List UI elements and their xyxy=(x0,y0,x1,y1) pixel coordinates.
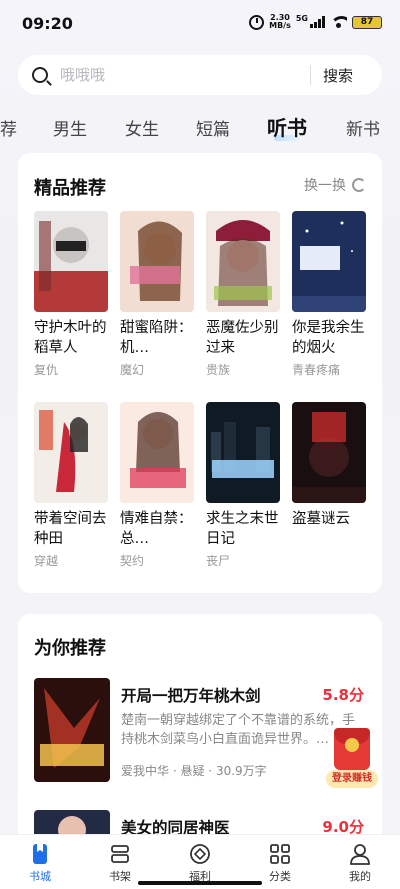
featured-title: 精品推荐 xyxy=(34,178,106,199)
search-divider xyxy=(310,65,311,85)
book-tag: 契约 xyxy=(120,554,145,568)
book-tag: 穿越 xyxy=(34,554,59,568)
refresh-button[interactable]: 换一换 xyxy=(304,175,366,195)
search-button[interactable]: 搜索 xyxy=(323,65,353,86)
book-genre: 悬疑 xyxy=(180,764,205,778)
bookshelf-icon xyxy=(109,843,131,865)
book-cover xyxy=(206,211,280,312)
profile-icon xyxy=(349,843,371,865)
nav-label: 书城 xyxy=(29,870,51,883)
nav-welfare[interactable]: 福利 xyxy=(170,843,230,884)
signal-icon xyxy=(310,16,325,28)
red-packet-label: 登录赚钱 xyxy=(326,770,378,788)
welfare-icon xyxy=(189,843,211,865)
recommend-book-meta: 爱我中华 · 悬疑 · 30.9万字 xyxy=(121,764,267,778)
featured-section: 精品推荐 换一换 守护木叶的稻草人 复仇 甜蜜陷阱：机… 魔幻 恶魔佐少别过来 … xyxy=(18,153,382,593)
book-card[interactable]: 守护木叶的稻草人 复仇 xyxy=(34,211,110,378)
tab-male[interactable]: 男生 xyxy=(53,115,87,140)
tab-audiobook[interactable]: 听书 xyxy=(267,112,307,141)
book-title: 带着空间去种田 xyxy=(34,511,107,547)
recommend-book-score: 5.8分 xyxy=(322,686,364,704)
book-cover xyxy=(206,402,280,503)
book-cover xyxy=(120,211,194,312)
wifi-icon xyxy=(330,16,347,28)
book-tag: 复仇 xyxy=(34,363,59,377)
category-icon xyxy=(269,843,291,865)
nav-bookshelf[interactable]: 书架 xyxy=(90,843,150,884)
nav-label: 我的 xyxy=(349,870,371,883)
status-bar: 09:20 2.30 MB/s 5G 87 xyxy=(0,0,400,48)
book-card[interactable]: 你是我余生的烟火 青春疼痛 xyxy=(292,211,368,378)
home-indicator xyxy=(138,881,262,885)
nav-profile[interactable]: 我的 xyxy=(330,843,390,884)
book-card[interactable]: 情难自禁：总… 契约 xyxy=(120,402,196,569)
book-cover xyxy=(292,211,366,312)
nav-bookstore[interactable]: 书城 xyxy=(10,843,70,884)
red-packet-button[interactable]: 登录赚钱 xyxy=(326,728,378,790)
book-cover xyxy=(292,402,366,503)
recommend-item[interactable]: 开局一把万年桃木剑 5.8分 楚南一朝穿越绑定了个不靠谱的系统，手持桃木剑菜鸟小… xyxy=(34,678,366,788)
book-title: 守护木叶的稻草人 xyxy=(34,320,107,356)
status-time: 09:20 xyxy=(22,14,73,33)
book-tag: 魔幻 xyxy=(120,363,145,377)
book-author: 爱我中华 xyxy=(121,764,170,778)
book-cover xyxy=(120,402,194,503)
alarm-icon xyxy=(249,14,265,30)
book-title: 你是我余生的烟火 xyxy=(292,320,365,356)
book-title: 情难自禁：总… xyxy=(120,511,193,547)
book-title: 盗墓谜云 xyxy=(292,511,350,527)
book-card[interactable]: 甜蜜陷阱：机… 魔幻 xyxy=(120,211,196,378)
book-tag: 贵族 xyxy=(206,363,231,377)
search-icon xyxy=(32,67,48,83)
network-speed: 2.30 MB/s xyxy=(269,13,291,30)
search-bar[interactable]: 搜索 xyxy=(18,55,382,95)
book-title: 恶魔佐少别过来 xyxy=(206,320,279,356)
book-tag: 丧尸 xyxy=(206,554,231,568)
book-card[interactable]: 求生之末世日记 丧尸 xyxy=(206,402,282,569)
book-title: 甜蜜陷阱：机… xyxy=(120,320,193,356)
network-type: 5G xyxy=(295,13,308,23)
category-tabs: 荐 男生 女生 短篇 听书 新书 xyxy=(0,108,400,144)
book-card[interactable]: 带着空间去种田 穿越 xyxy=(34,402,110,569)
book-tag: 青春疼痛 xyxy=(292,363,341,377)
search-input[interactable] xyxy=(60,66,300,84)
book-word-count: 30.9万字 xyxy=(215,764,267,778)
tab-recommend[interactable]: 荐 xyxy=(0,115,17,140)
tab-female[interactable]: 女生 xyxy=(125,115,159,140)
bookstore-icon xyxy=(29,843,51,865)
recommend-title: 为你推荐 xyxy=(34,638,106,659)
tab-short[interactable]: 短篇 xyxy=(196,115,230,140)
book-title: 求生之末世日记 xyxy=(206,511,279,547)
recommend-book-title: 开局一把万年桃木剑 xyxy=(121,687,261,705)
book-cover xyxy=(34,211,108,312)
refresh-label: 换一换 xyxy=(304,178,346,194)
tab-new[interactable]: 新书 xyxy=(346,115,380,140)
battery-icon: 87 xyxy=(352,15,382,29)
book-card[interactable]: 恶魔佐少别过来 贵族 xyxy=(206,211,282,378)
book-cover xyxy=(34,678,110,782)
book-card[interactable]: 盗墓谜云 xyxy=(292,402,368,552)
nav-category[interactable]: 分类 xyxy=(250,843,310,884)
status-icons: 2.30 MB/s 5G 87 xyxy=(249,14,382,30)
refresh-icon xyxy=(352,178,366,192)
book-cover xyxy=(34,402,108,503)
